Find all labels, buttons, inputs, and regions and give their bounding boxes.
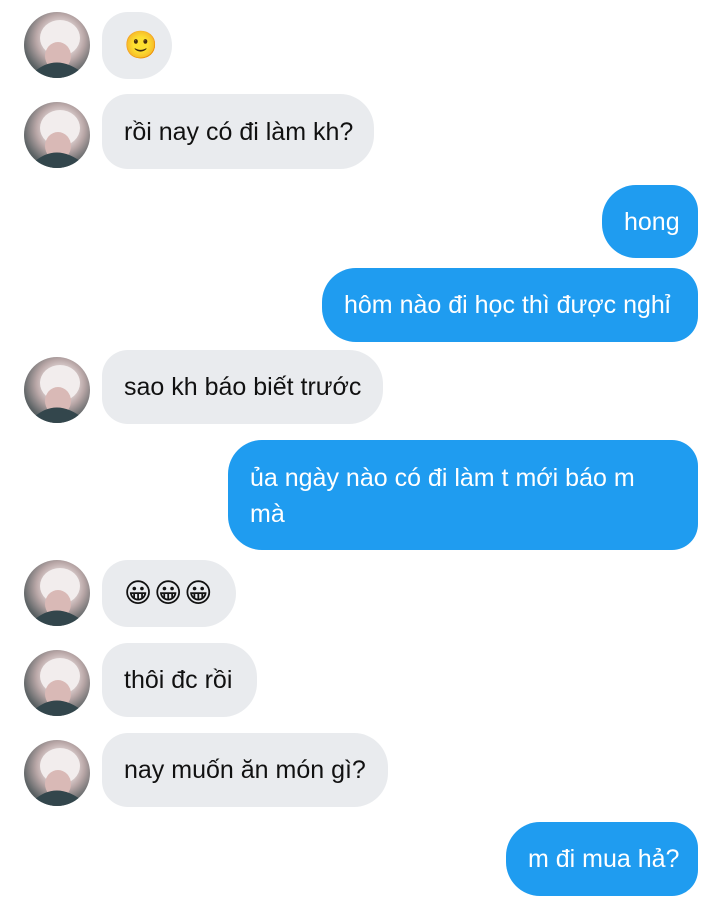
- avatar-photo-icon: [24, 748, 90, 806]
- avatar-photo-icon: [24, 20, 90, 78]
- contact-avatar[interactable]: [24, 740, 90, 806]
- message-bubble-incoming[interactable]: 😀😀😀: [102, 560, 236, 627]
- avatar-photo-icon: [24, 365, 90, 423]
- contact-avatar[interactable]: [24, 560, 90, 626]
- message-bubble-incoming[interactable]: sao kh báo biết trước: [102, 350, 383, 424]
- avatar-photo-icon: [24, 110, 90, 168]
- message-bubble-outgoing[interactable]: hôm nào đi học thì được nghỉ: [322, 268, 698, 342]
- message-bubble-incoming[interactable]: thôi đc rồi: [102, 643, 257, 717]
- message-bubble-outgoing[interactable]: ủa ngày nào có đi làm t mới báo m mà: [228, 440, 698, 550]
- conversation-thread[interactable]: 🙂 rồi nay có đi làm kh? hong hôm nào đi …: [0, 0, 720, 900]
- message-bubble-incoming[interactable]: rồi nay có đi làm kh?: [102, 94, 374, 169]
- contact-avatar[interactable]: [24, 357, 90, 423]
- message-bubble-incoming[interactable]: nay muốn ăn món gì?: [102, 733, 388, 807]
- contact-avatar[interactable]: [24, 102, 90, 168]
- contact-avatar[interactable]: [24, 12, 90, 78]
- message-bubble-incoming[interactable]: 🙂: [102, 12, 172, 79]
- message-bubble-outgoing[interactable]: hong: [602, 185, 698, 258]
- message-bubble-outgoing[interactable]: m đi mua hả?: [506, 822, 698, 896]
- avatar-photo-icon: [24, 568, 90, 626]
- contact-avatar[interactable]: [24, 650, 90, 716]
- avatar-photo-icon: [24, 658, 90, 716]
